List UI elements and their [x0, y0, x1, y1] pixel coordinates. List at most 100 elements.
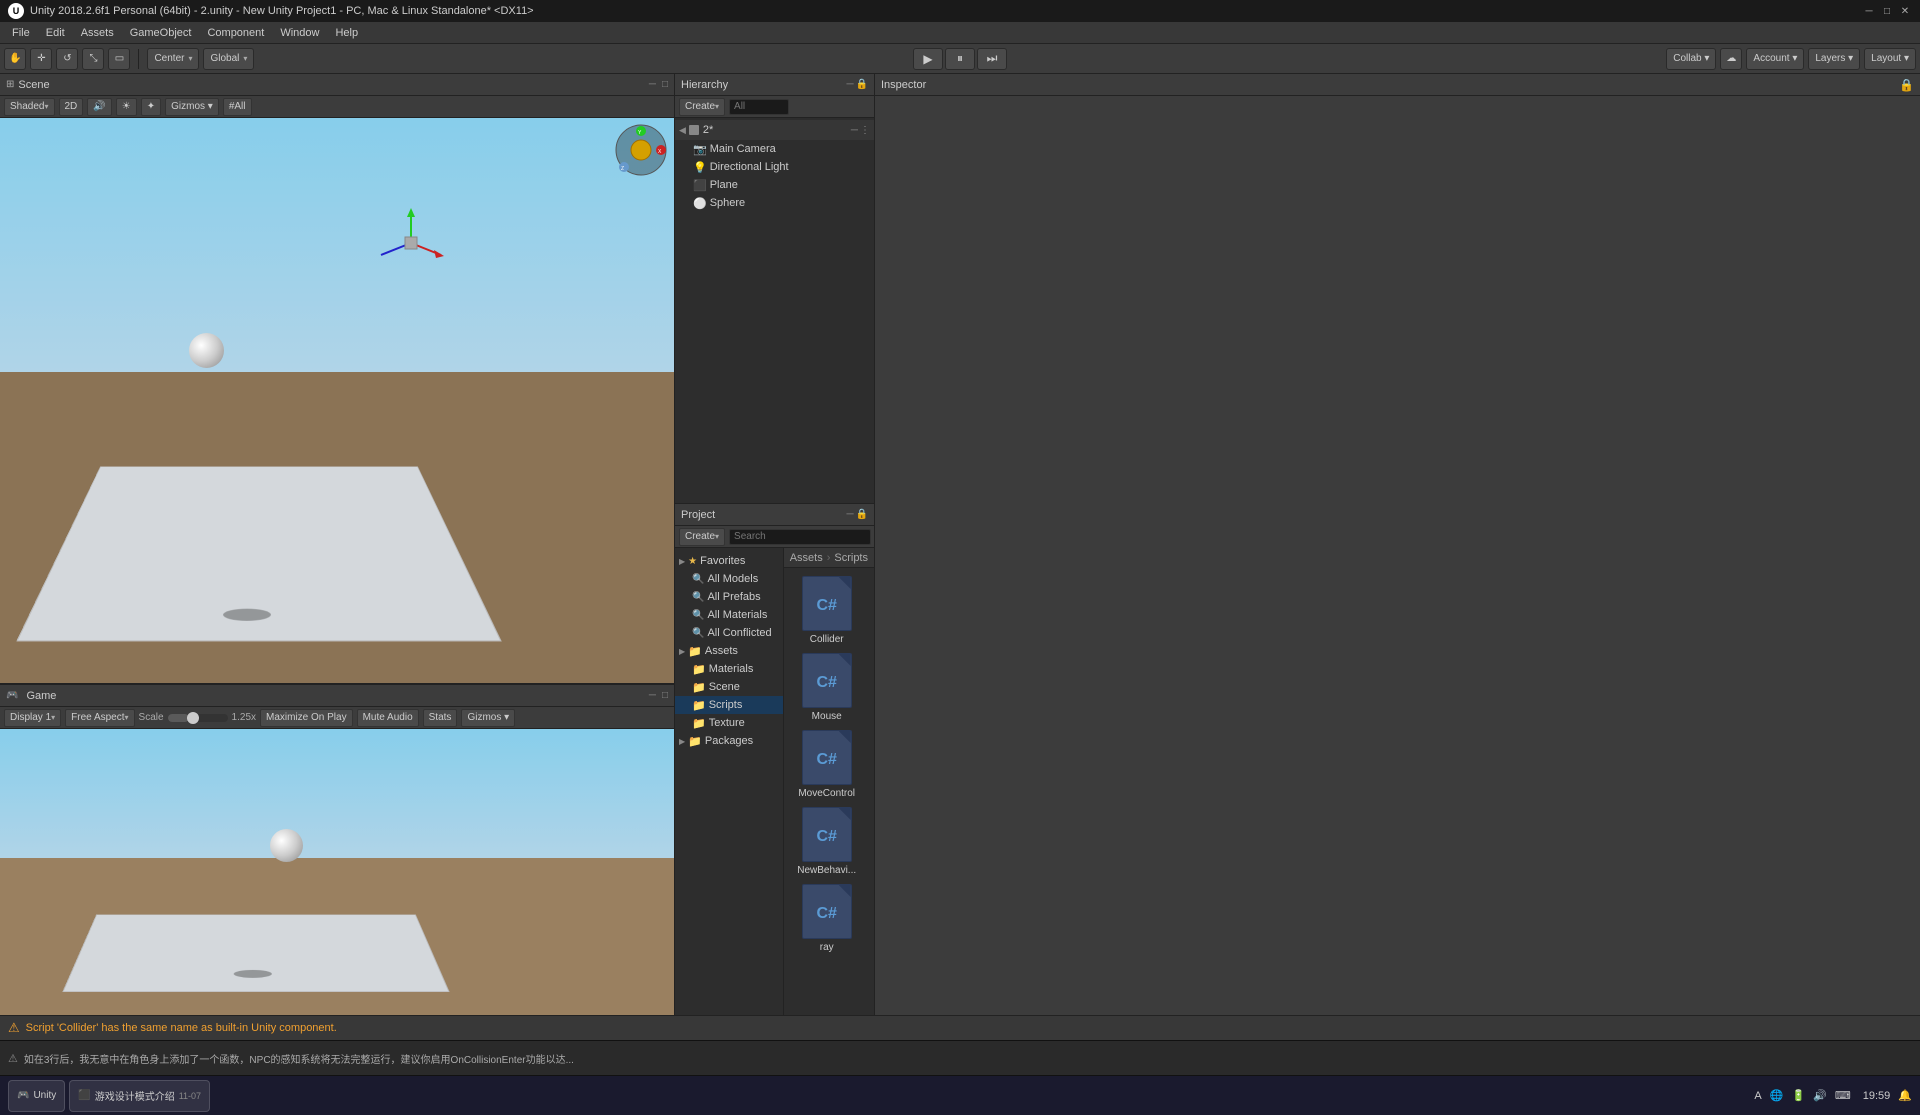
maximize-on-play[interactable]: Maximize On Play [260, 709, 353, 727]
project-lock[interactable]: 🔒 [856, 509, 868, 520]
all-dropdown[interactable]: #All [223, 98, 252, 116]
scene-light-btn[interactable]: ☀ [116, 98, 137, 116]
collab-button[interactable]: Collab ▾ [1666, 48, 1716, 70]
scene-collapse-arrow[interactable]: ◀ [679, 125, 686, 136]
menu-edit[interactable]: Edit [38, 25, 73, 41]
chinese-app-icon: ⬛ [78, 1090, 90, 1101]
tool-scale[interactable]: ⤡ [82, 48, 104, 70]
scene-row-minimize[interactable]: ─ [851, 125, 858, 136]
game-header: 🎮 Game ─ □ [0, 685, 674, 707]
project-minimize[interactable]: ─ [846, 509, 853, 520]
hierarchy-tab-label[interactable]: Hierarchy [681, 79, 728, 91]
account-button[interactable]: Account ▾ [1746, 48, 1804, 70]
breadcrumb-assets[interactable]: Assets [790, 552, 823, 564]
taskbar-clock: 19:59 [1863, 1090, 1891, 1102]
project-search[interactable] [729, 529, 871, 545]
hierarchy-dir-light[interactable]: 💡 Directional Light [675, 158, 874, 176]
input-method[interactable]: A [1754, 1090, 1761, 1102]
script-newbehaviour[interactable]: C# NewBehavi... [792, 807, 862, 876]
scale-slider[interactable] [168, 714, 228, 722]
stats-button[interactable]: Stats [423, 709, 458, 727]
hierarchy-sphere[interactable]: ⚪ Sphere [675, 194, 874, 212]
battery-icon[interactable]: 🔋 [1791, 1089, 1805, 1102]
global-dropdown[interactable]: Global ▾ [203, 48, 254, 70]
aspect-dropdown[interactable]: Free Aspect ▾ [65, 709, 134, 727]
tree-packages[interactable]: ▶ 📁 Packages [675, 732, 783, 750]
close-button[interactable]: ✕ [1898, 4, 1912, 18]
tree-materials[interactable]: 📁 Materials [675, 660, 783, 678]
separator-1 [138, 49, 139, 69]
center-dropdown[interactable]: Center ▾ [147, 48, 199, 70]
project-create[interactable]: Create ▾ [679, 528, 725, 546]
game-maximize[interactable]: □ [662, 690, 668, 701]
hierarchy-main-camera[interactable]: 📷 Main Camera [675, 140, 874, 158]
twod-button[interactable]: 2D [59, 98, 84, 116]
materials-label: Materials [709, 663, 754, 675]
tree-all-prefabs[interactable]: 🔍 All Prefabs [675, 588, 783, 606]
scene-row-more[interactable]: ⋮ [860, 125, 870, 136]
project-tab-label[interactable]: Project [681, 509, 715, 521]
hierarchy-minimize[interactable]: ─ [846, 79, 853, 90]
menu-assets[interactable]: Assets [73, 25, 122, 41]
play-button[interactable]: ▶ [913, 48, 943, 70]
script-ray[interactable]: C# ray [792, 884, 862, 953]
tree-favorites[interactable]: ▶ ★ Favorites [675, 552, 783, 570]
minimize-button[interactable]: ─ [1862, 4, 1876, 18]
taskbar-unity[interactable]: 🎮 Unity [8, 1080, 65, 1112]
tree-scene[interactable]: 📁 Scene [675, 678, 783, 696]
tool-rect[interactable]: ▭ [108, 48, 130, 70]
scene-viewport[interactable]: Y X Z [0, 118, 674, 683]
volume-icon[interactable]: 🔊 [1813, 1089, 1827, 1102]
inspector-tab-label[interactable]: Inspector [881, 79, 926, 91]
taskbar-chinese-app[interactable]: ⬛ 游戏设计模式介绍 11-07 [69, 1080, 210, 1112]
layout-button[interactable]: Layout ▾ [1864, 48, 1916, 70]
scene-minimize[interactable]: ─ [649, 79, 656, 90]
hierarchy-lock[interactable]: 🔒 [856, 79, 868, 90]
game-tab-label[interactable]: Game [26, 690, 56, 702]
game-minimize[interactable]: ─ [649, 690, 656, 701]
tool-hand[interactable]: ✋ [4, 48, 26, 70]
audio-button[interactable]: 🔊 [87, 98, 111, 116]
script-mouse[interactable]: C# Mouse [792, 653, 862, 722]
maximize-button[interactable]: □ [1880, 4, 1894, 18]
menu-help[interactable]: Help [327, 25, 366, 41]
inspector-content [875, 96, 1920, 1015]
layers-button[interactable]: Layers ▾ [1808, 48, 1860, 70]
inspector-lock[interactable]: 🔒 [1899, 78, 1914, 92]
breadcrumb-scripts[interactable]: Scripts [834, 552, 868, 564]
cloud-button[interactable]: ☁ [1720, 48, 1742, 70]
tree-texture[interactable]: 📁 Texture [675, 714, 783, 732]
script-movecontrol[interactable]: C# MoveControl [792, 730, 862, 799]
notification-icon[interactable]: 🔔 [1898, 1089, 1912, 1102]
gizmos-dropdown[interactable]: Gizmos ▾ [165, 98, 219, 116]
tree-all-materials[interactable]: 🔍 All Materials [675, 606, 783, 624]
menu-component[interactable]: Component [199, 25, 272, 41]
menu-gameobject[interactable]: GameObject [122, 25, 200, 41]
step-button[interactable]: ⏭ [977, 48, 1007, 70]
game-viewport[interactable] [0, 729, 674, 1015]
tree-scripts[interactable]: 📁 Scripts [675, 696, 783, 714]
assets-label: Assets [705, 645, 738, 657]
tree-all-models[interactable]: 🔍 All Models [675, 570, 783, 588]
mute-audio[interactable]: Mute Audio [357, 709, 419, 727]
pause-button[interactable]: ⏸ [945, 48, 975, 70]
scene-maximize[interactable]: □ [662, 79, 668, 90]
scene-tab-label[interactable]: Scene [18, 79, 49, 91]
menu-file[interactable]: File [4, 25, 38, 41]
hierarchy-plane[interactable]: ⬛ Plane [675, 176, 874, 194]
tool-rotate[interactable]: ↺ [56, 48, 78, 70]
tree-assets[interactable]: ▶ 📁 Assets [675, 642, 783, 660]
tree-all-conflicted[interactable]: 🔍 All Conflicted [675, 624, 783, 642]
keyboard-icon[interactable]: ⌨ [1835, 1089, 1851, 1102]
game-gizmos[interactable]: Gizmos ▾ [461, 709, 515, 727]
display-dropdown[interactable]: Display 1 ▾ [4, 709, 61, 727]
menu-window[interactable]: Window [272, 25, 327, 41]
network-icon[interactable]: 🌐 [1770, 1089, 1784, 1102]
shaded-dropdown[interactable]: Shaded ▾ [4, 98, 55, 116]
script-collider[interactable]: C# Collider [792, 576, 862, 645]
scene-fx-btn[interactable]: ✦ [141, 98, 161, 116]
hierarchy-create[interactable]: Create ▾ [679, 98, 725, 116]
tool-move[interactable]: ✛ [30, 48, 52, 70]
console-bar: ⚠ 如在3行后，我无意中在角色身上添加了一个函数，NPC的感知系统将无法完整运行… [0, 1040, 1920, 1075]
hierarchy-search[interactable] [729, 99, 789, 115]
